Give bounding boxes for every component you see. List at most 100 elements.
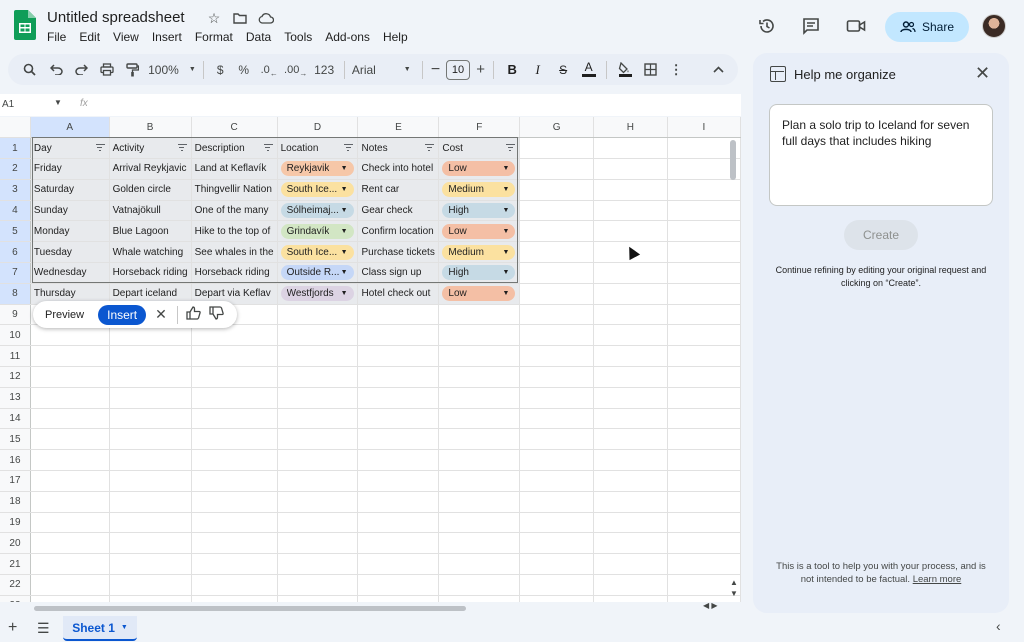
cell[interactable] — [357, 324, 440, 347]
cell[interactable] — [519, 137, 595, 160]
cell[interactable] — [109, 595, 192, 602]
cell[interactable] — [667, 345, 741, 368]
cell[interactable] — [667, 408, 741, 430]
cell[interactable] — [30, 428, 110, 451]
chevron-down-icon[interactable]: ▼ — [502, 165, 509, 172]
cell[interactable] — [593, 491, 668, 513]
text-color-icon[interactable]: A — [576, 58, 602, 82]
cost-chip[interactable]: High ▼ — [442, 265, 516, 281]
cell[interactable] — [30, 512, 110, 534]
cell[interactable] — [30, 553, 110, 576]
cell[interactable] — [357, 387, 440, 409]
cell[interactable] — [109, 491, 192, 513]
meet-icon[interactable] — [845, 15, 867, 37]
cell[interactable] — [519, 553, 595, 576]
percent-format-button[interactable]: % — [231, 58, 257, 82]
cell[interactable] — [438, 553, 521, 576]
cell[interactable] — [593, 200, 668, 222]
chevron-down-icon[interactable]: ▼ — [502, 228, 509, 235]
notes-cell[interactable]: Purchase tickets — [357, 241, 440, 264]
location-dropdown-cell[interactable]: Sólheimaj... ▼ — [277, 200, 359, 222]
cell[interactable] — [593, 220, 668, 243]
cell[interactable] — [277, 387, 359, 409]
activity-cell[interactable]: Golden circle — [109, 179, 192, 201]
location-dropdown-cell[interactable]: Westfjords ▼ — [277, 283, 359, 305]
preview-button[interactable]: Preview — [45, 309, 84, 321]
cell[interactable] — [593, 345, 668, 368]
location-chip[interactable]: Westfjords ▼ — [280, 286, 354, 302]
cell[interactable] — [191, 470, 278, 492]
cell[interactable] — [30, 470, 110, 492]
cell[interactable] — [191, 428, 278, 451]
chevron-down-icon[interactable]: ▼ — [502, 249, 509, 256]
header-cell[interactable]: Description — [191, 137, 278, 160]
cell[interactable] — [357, 428, 440, 451]
chevron-down-icon[interactable]: ▼ — [341, 228, 348, 235]
activity-cell[interactable]: Whale watching — [109, 241, 192, 264]
cell[interactable] — [191, 366, 278, 388]
cell[interactable] — [357, 553, 440, 576]
cell[interactable] — [519, 283, 595, 305]
cell[interactable] — [667, 179, 741, 201]
cost-chip[interactable]: Medium ▼ — [442, 182, 516, 198]
scroll-arrows-icon[interactable]: ▲ ▼ — [730, 577, 738, 599]
header-cell[interactable]: Location — [277, 137, 359, 160]
move-folder-icon[interactable] — [232, 10, 248, 26]
cell[interactable] — [109, 345, 192, 368]
row-header[interactable]: 4 — [0, 200, 31, 222]
cell[interactable] — [109, 387, 192, 409]
cell[interactable] — [438, 304, 521, 326]
strikethrough-icon[interactable]: S — [550, 58, 576, 82]
cell[interactable] — [30, 595, 110, 602]
cost-chip[interactable]: Low ▼ — [442, 161, 516, 177]
cell[interactable] — [667, 220, 741, 243]
cell[interactable] — [593, 179, 668, 201]
cell[interactable] — [277, 345, 359, 368]
more-options-icon[interactable]: ⋮ — [663, 58, 689, 82]
cell[interactable] — [277, 449, 359, 472]
borders-icon[interactable] — [638, 58, 664, 82]
cell[interactable] — [277, 553, 359, 576]
cell[interactable] — [277, 532, 359, 555]
header-cell[interactable]: Activity — [109, 137, 192, 160]
cell[interactable] — [109, 512, 192, 534]
description-cell[interactable]: One of the many — [191, 200, 278, 222]
cell[interactable] — [438, 512, 521, 534]
column-header-e[interactable]: E — [357, 117, 440, 139]
cell[interactable] — [438, 574, 521, 596]
cell[interactable] — [277, 574, 359, 596]
cell[interactable] — [357, 574, 440, 596]
notes-cell[interactable]: Check into hotel — [357, 158, 440, 180]
chevron-down-icon[interactable]: ▼ — [341, 207, 348, 214]
cell[interactable] — [191, 553, 278, 576]
cell[interactable] — [438, 366, 521, 388]
location-dropdown-cell[interactable]: Grindavík ▼ — [277, 220, 359, 243]
row-header[interactable]: 17 — [0, 470, 31, 492]
menu-insert[interactable]: Insert — [152, 30, 189, 44]
decrease-decimal-button[interactable]: .0 ← — [256, 58, 282, 82]
cell[interactable] — [30, 387, 110, 409]
cell[interactable] — [438, 491, 521, 513]
prompt-input[interactable]: Plan a solo trip to Iceland for seven fu… — [769, 104, 993, 206]
activity-cell[interactable]: Vatnajökull — [109, 200, 192, 222]
cell[interactable] — [438, 532, 521, 555]
zoom-select[interactable]: 100% ▼ — [145, 58, 198, 82]
column-header-g[interactable]: G — [519, 117, 595, 139]
row-header[interactable]: 3 — [0, 179, 31, 201]
cell[interactable] — [191, 408, 278, 430]
cell[interactable] — [357, 491, 440, 513]
location-dropdown-cell[interactable]: Reykjavik ▼ — [277, 158, 359, 180]
chevron-down-icon[interactable]: ▼ — [502, 207, 509, 214]
cell[interactable] — [109, 428, 192, 451]
row-header[interactable]: 9 — [0, 304, 31, 326]
row-header[interactable]: 14 — [0, 408, 31, 430]
font-select[interactable]: Arial ▼ — [350, 58, 417, 82]
close-icon[interactable]: ✕ — [155, 306, 167, 323]
cell[interactable] — [593, 428, 668, 451]
row-header[interactable]: 5 — [0, 220, 31, 243]
cell[interactable] — [191, 491, 278, 513]
cell[interactable] — [191, 387, 278, 409]
cell[interactable] — [519, 387, 595, 409]
location-chip[interactable]: South Ice... ▼ — [280, 182, 354, 198]
day-cell[interactable]: Monday — [30, 220, 110, 243]
